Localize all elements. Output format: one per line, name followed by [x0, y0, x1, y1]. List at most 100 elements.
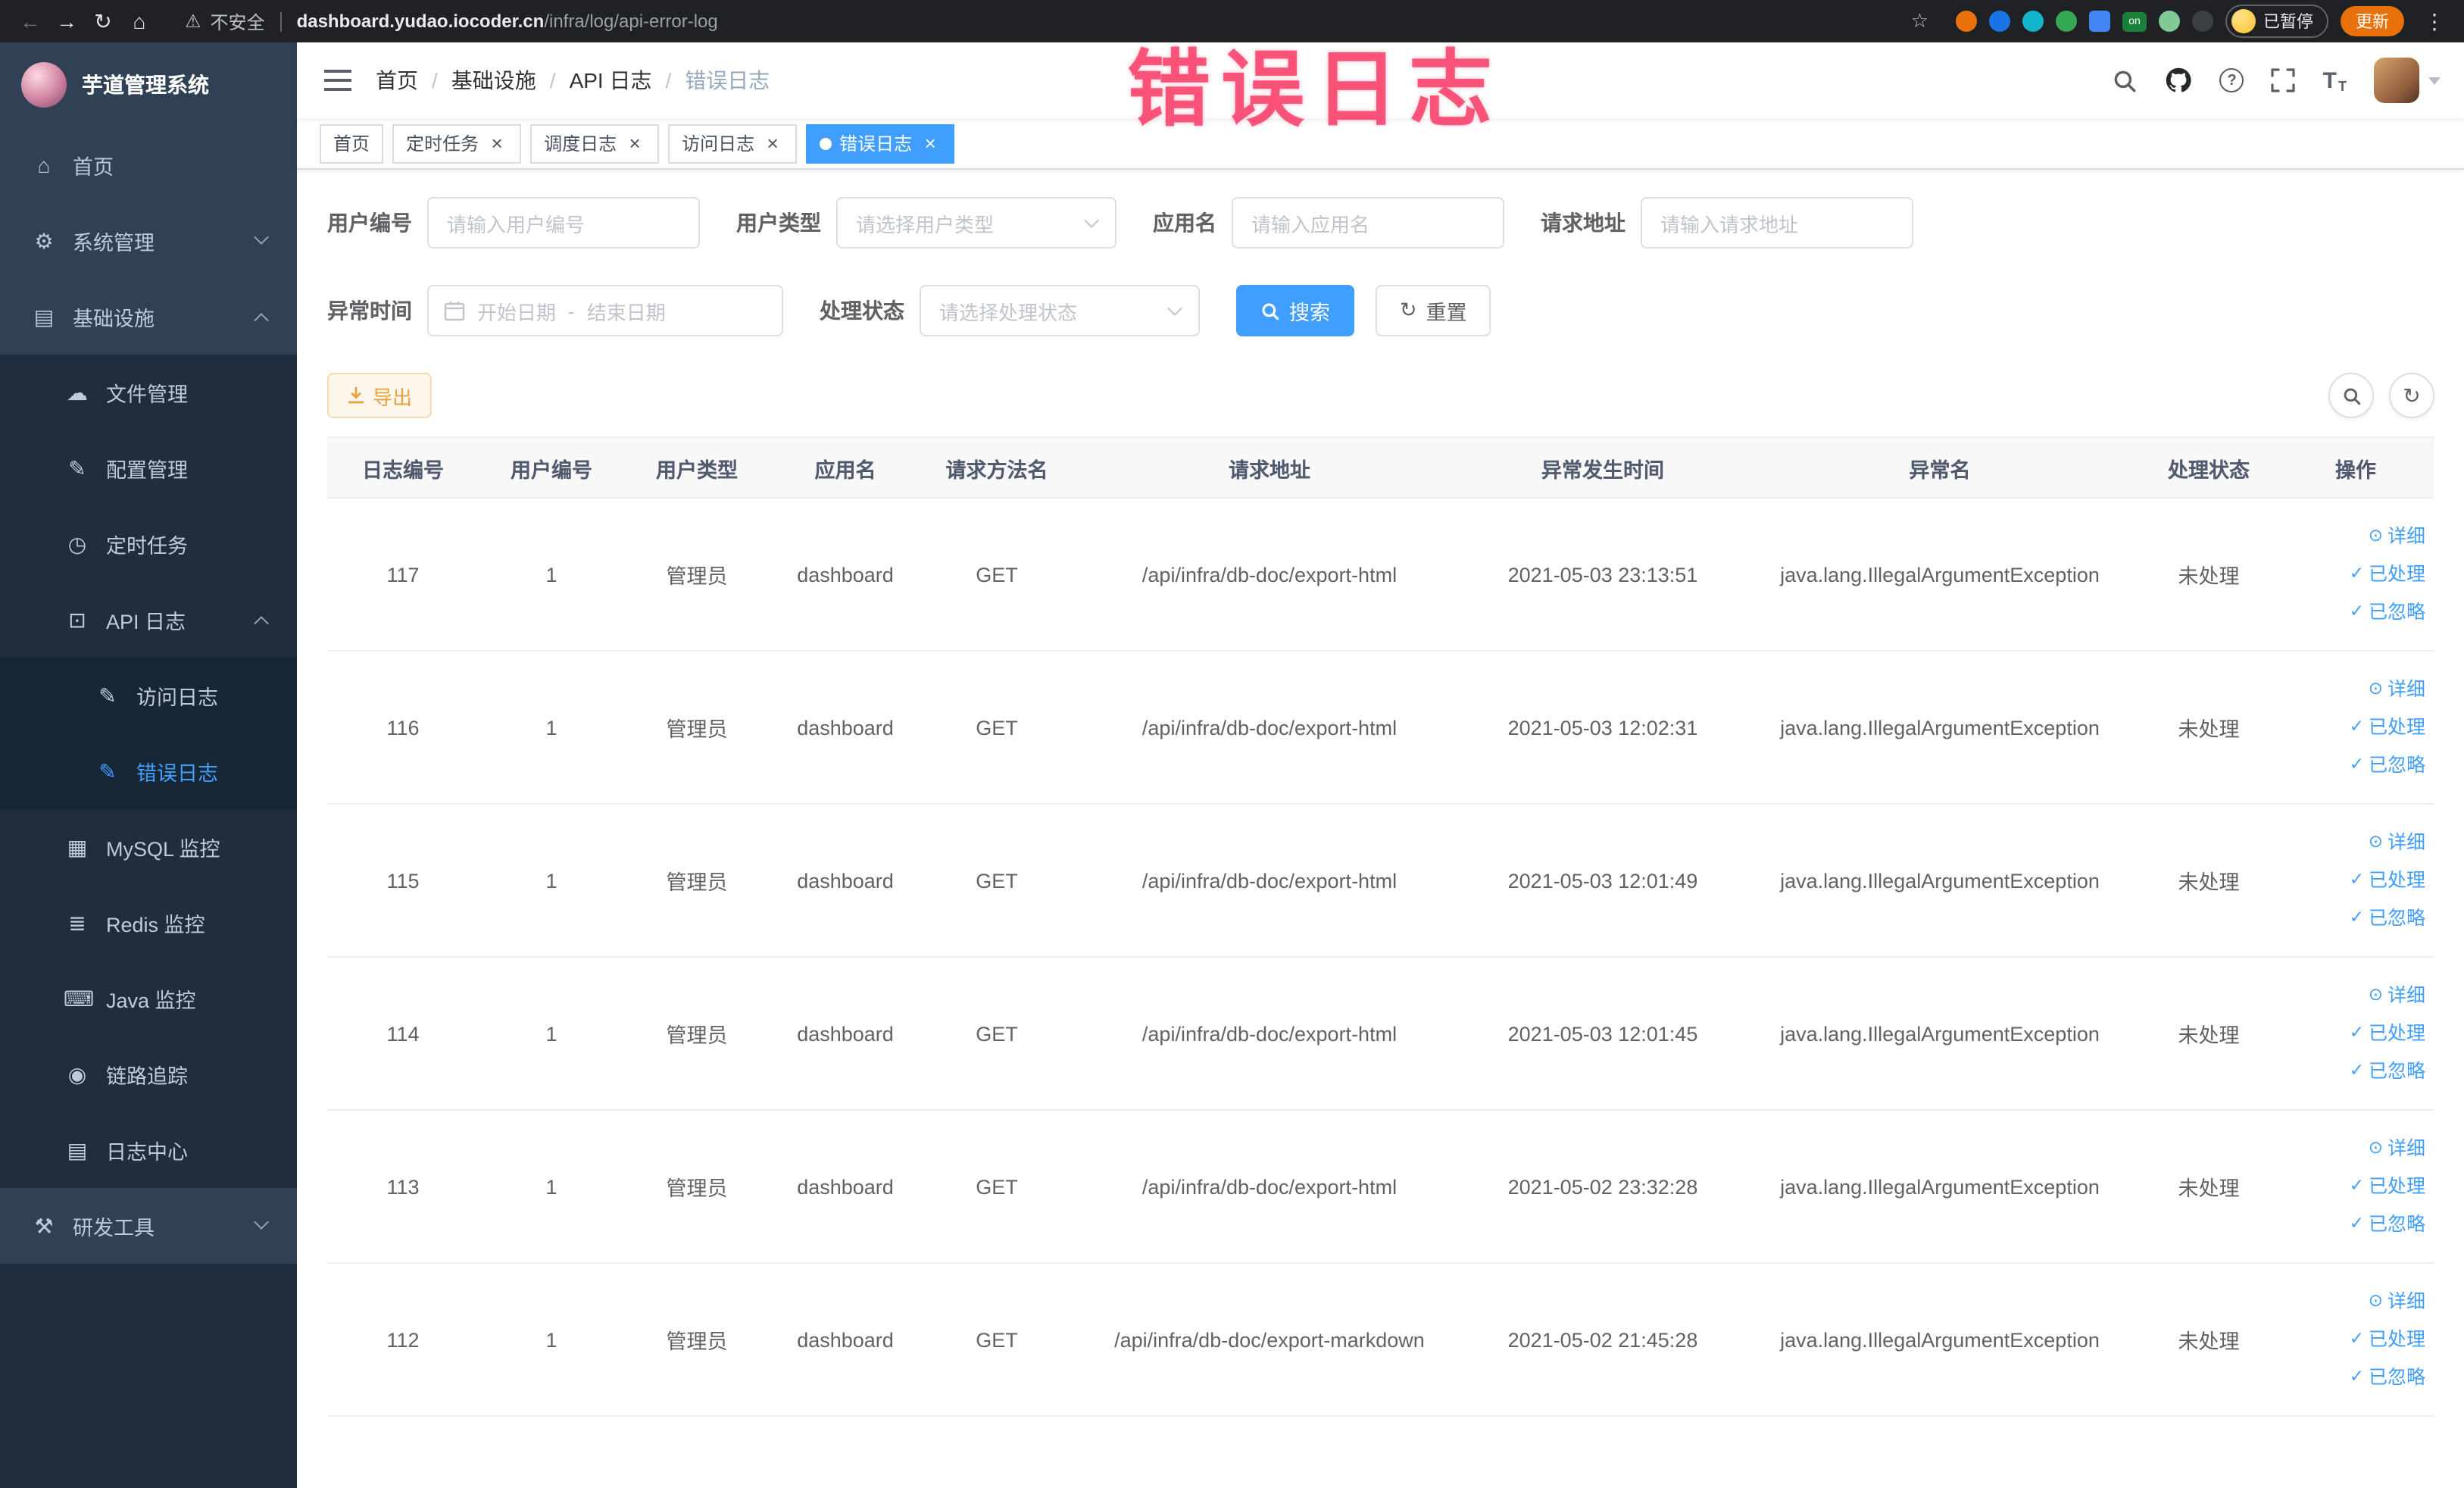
- sidebar-item-error-log[interactable]: ✎ 错误日志: [0, 733, 297, 809]
- sidebar-item-log-center[interactable]: ▤ 日志中心: [0, 1112, 297, 1188]
- ignored-link[interactable]: ✓ 已忽略: [2283, 593, 2425, 631]
- sidebar-item-java-monitor[interactable]: ⌨ Java 监控: [0, 961, 297, 1036]
- status-select[interactable]: 请选择处理状态: [920, 285, 1200, 336]
- sidebar-item-infrastructure[interactable]: ▤ 基础设施: [0, 279, 297, 355]
- sidebar-item-access-log[interactable]: ✎ 访问日志: [0, 658, 297, 733]
- sidebar-toggle-icon[interactable]: [324, 70, 351, 91]
- tag-scheduled-tasks[interactable]: 定时任务 ×: [392, 123, 522, 163]
- eye-icon: ⊙: [2368, 986, 2383, 1004]
- breadcrumb-item-current: 错误日志: [685, 68, 770, 92]
- user-type-select[interactable]: 请选择用户类型: [836, 197, 1116, 249]
- processed-link[interactable]: ✓ 已处理: [2283, 555, 2425, 593]
- detail-link[interactable]: ⊙ 详细: [2283, 977, 2425, 1014]
- browser-reload-icon[interactable]: ↻: [85, 3, 121, 39]
- processed-link[interactable]: ✓ 已处理: [2283, 1321, 2425, 1358]
- detail-link[interactable]: ⊙ 详细: [2283, 1130, 2425, 1168]
- cell-log-id: 115: [327, 804, 479, 958]
- security-warning-icon[interactable]: ⚠: [185, 11, 201, 32]
- extension-icon[interactable]: [2022, 11, 2044, 32]
- date-range-picker[interactable]: 开始日期 - 结束日期: [427, 285, 783, 336]
- redis-icon: ≣: [68, 910, 86, 934]
- extension-icon[interactable]: [2089, 11, 2110, 32]
- cell-log-id: 113: [327, 1110, 479, 1264]
- app-name-input[interactable]: 请输入应用名: [1232, 197, 1504, 249]
- tag-home[interactable]: 首页: [320, 123, 384, 163]
- search-icon[interactable]: [2113, 67, 2138, 93]
- sidebar-item-trace[interactable]: ◉ 链路追踪: [0, 1036, 297, 1112]
- processed-link[interactable]: ✓ 已处理: [2283, 708, 2425, 746]
- sidebar-item-dev-tools[interactable]: ⚒ 研发工具: [0, 1188, 297, 1264]
- profile-paused-chip[interactable]: 已暂停: [2225, 5, 2328, 38]
- ignored-link[interactable]: ✓ 已忽略: [2283, 1205, 2425, 1243]
- export-button[interactable]: 导出: [327, 373, 433, 418]
- sidebar-item-redis-monitor[interactable]: ≣ Redis 监控: [0, 885, 297, 961]
- detail-link[interactable]: ⊙ 详细: [2283, 671, 2425, 708]
- extensions-area: on 已暂停 更新 ⋮: [1956, 3, 2453, 39]
- user-menu[interactable]: [2374, 58, 2441, 103]
- extension-icon[interactable]: [2056, 11, 2077, 32]
- reset-button[interactable]: ↻ 重置: [1376, 285, 1491, 336]
- sidebar-item-file-management[interactable]: ☁ 文件管理: [0, 355, 297, 430]
- detail-link[interactable]: ⊙ 详细: [2283, 824, 2425, 861]
- request-url-input[interactable]: 请输入请求地址: [1641, 197, 1913, 249]
- processed-link[interactable]: ✓ 已处理: [2283, 1168, 2425, 1205]
- url-text: dashboard.yudao.iocoder.cn/infra/log/api…: [297, 11, 718, 32]
- cell-time: 2021-05-03 12:01:45: [1466, 957, 1739, 1111]
- address-bar[interactable]: ⚠ 不安全 dashboard.yudao.iocoder.cn/infra/l…: [173, 3, 1941, 39]
- table-row: 112 1 管理员 dashboard GET /api/infra/db-do…: [327, 1263, 2434, 1417]
- tag-access-log[interactable]: 访问日志 ×: [668, 123, 798, 163]
- extension-icon[interactable]: [1989, 11, 2010, 32]
- sidebar-item-scheduled-tasks[interactable]: ◷ 定时任务: [0, 506, 297, 582]
- extension-icon[interactable]: [2159, 11, 2180, 32]
- sidebar-item-system-management[interactable]: ⚙ 系统管理: [0, 203, 297, 279]
- browser-home-icon[interactable]: ⌂: [121, 3, 158, 39]
- help-icon[interactable]: ?: [2219, 68, 2244, 92]
- trace-icon: ◉: [67, 1061, 87, 1086]
- sidebar-item-config-management[interactable]: ✎ 配置管理: [0, 430, 297, 506]
- detail-link[interactable]: ⊙ 详细: [2283, 1283, 2425, 1321]
- column-header: 用户编号: [479, 436, 624, 499]
- browser-update-button[interactable]: 更新: [2341, 6, 2404, 36]
- ignored-link[interactable]: ✓ 已忽略: [2283, 1358, 2425, 1396]
- bookmark-star-icon[interactable]: ☆: [1911, 9, 1928, 33]
- extension-icon[interactable]: [1956, 11, 1977, 32]
- cell-url: /api/infra/db-doc/export-html: [1073, 804, 1466, 958]
- sidebar-item-home[interactable]: ⌂ 首页: [0, 127, 297, 203]
- toggle-search-button[interactable]: [2328, 373, 2374, 418]
- extension-on-badge[interactable]: on: [2122, 11, 2147, 31]
- sidebar-item-label: Redis 监控: [106, 914, 205, 936]
- tag-schedule-log[interactable]: 调度日志 ×: [530, 123, 660, 163]
- browser-chrome: ← → ↻ ⌂ ⚠ 不安全 dashboard.yudao.iocoder.cn…: [0, 0, 2464, 42]
- close-icon[interactable]: ×: [920, 133, 941, 154]
- refresh-icon: ↻: [1400, 299, 1417, 321]
- browser-forward-icon[interactable]: →: [48, 3, 85, 39]
- cell-log-id: 117: [327, 498, 479, 652]
- processed-link[interactable]: ✓ 已处理: [2283, 1014, 2425, 1052]
- user-id-input[interactable]: 请输入用户编号: [427, 197, 700, 249]
- sidebar-menu: ⌂ 首页 ⚙ 系统管理 ▤ 基础设施 ☁ 文件管理 ✎ 配置管理 ◷ 定时任务 …: [0, 127, 297, 1264]
- browser-back-icon[interactable]: ←: [12, 3, 48, 39]
- app-logo-area[interactable]: 芋道管理系统: [0, 42, 297, 127]
- close-icon[interactable]: ×: [624, 133, 645, 154]
- tag-error-log[interactable]: 错误日志 ×: [806, 123, 955, 163]
- close-icon[interactable]: ×: [486, 133, 507, 154]
- active-dot: [820, 137, 832, 149]
- detail-link[interactable]: ⊙ 详细: [2283, 517, 2425, 555]
- processed-link[interactable]: ✓ 已处理: [2283, 861, 2425, 899]
- sidebar-item-mysql-monitor[interactable]: ▦ MySQL 监控: [0, 809, 297, 885]
- github-icon[interactable]: [2166, 67, 2193, 94]
- close-icon[interactable]: ×: [762, 133, 783, 154]
- chevron-up-icon: [254, 313, 269, 328]
- breadcrumb-item[interactable]: 首页: [376, 65, 418, 95]
- search-button[interactable]: 搜索: [1236, 285, 1354, 336]
- ignored-link[interactable]: ✓ 已忽略: [2283, 1052, 2425, 1090]
- fullscreen-icon[interactable]: [2272, 68, 2296, 92]
- ignored-link[interactable]: ✓ 已忽略: [2283, 746, 2425, 784]
- font-size-icon[interactable]: TT: [2323, 67, 2347, 93]
- sidebar-item-api-log[interactable]: ⊡ API 日志: [0, 582, 297, 658]
- browser-menu-icon[interactable]: ⋮: [2416, 3, 2453, 39]
- extension-icon[interactable]: [2192, 11, 2213, 32]
- cell-method: GET: [921, 1110, 1073, 1264]
- ignored-link[interactable]: ✓ 已忽略: [2283, 899, 2425, 937]
- refresh-button[interactable]: ↻: [2389, 373, 2434, 418]
